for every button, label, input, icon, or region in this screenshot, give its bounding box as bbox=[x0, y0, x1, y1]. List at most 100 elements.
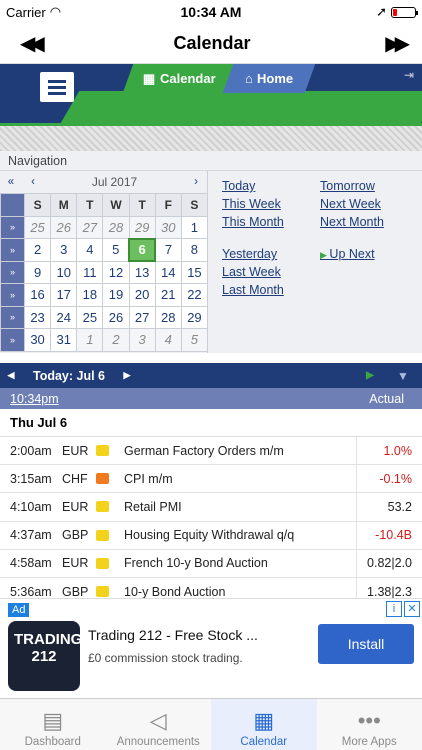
event-row[interactable]: 4:58am EUR French 10-y Bond Auction 0.82|2.… bbox=[0, 549, 422, 578]
next-day-arrow-icon[interactable]: ▶ bbox=[116, 370, 138, 381]
calendar-day[interactable]: 27 bbox=[76, 215, 104, 239]
tab-calendar[interactable]: ▦ Calendar bbox=[122, 64, 236, 93]
prev-day-arrow-icon[interactable]: ◀ bbox=[0, 370, 22, 381]
calendar-day[interactable]: 5 bbox=[180, 328, 209, 352]
calendar-day[interactable]: 1 bbox=[180, 215, 209, 239]
link-this-month[interactable]: This Month bbox=[222, 215, 320, 230]
calendar-day[interactable]: 4 bbox=[154, 328, 182, 352]
play-icon[interactable]: ▶ bbox=[356, 370, 384, 381]
calendar-day[interactable]: 7 bbox=[154, 238, 182, 262]
week-select-button[interactable]: » bbox=[0, 328, 25, 352]
next-month-button[interactable]: › bbox=[185, 176, 207, 188]
week-select-button[interactable]: » bbox=[0, 305, 25, 329]
ad-close-icon[interactable]: ✕ bbox=[404, 601, 420, 617]
calendar-day[interactable]: 8 bbox=[180, 238, 209, 262]
calendar-day[interactable]: 2 bbox=[102, 328, 130, 352]
calendar-day[interactable]: 26 bbox=[50, 215, 78, 239]
day-header: Thu Jul 6 bbox=[0, 409, 422, 437]
current-time-link[interactable]: 10:34pm bbox=[10, 392, 59, 406]
today-button[interactable]: Today: Jul 6 bbox=[22, 369, 116, 383]
calendar-day[interactable]: 30 bbox=[154, 215, 182, 239]
week-select-button[interactable]: » bbox=[0, 260, 25, 284]
calendar-day[interactable]: 14 bbox=[154, 260, 182, 284]
week-select-button[interactable]: » bbox=[0, 238, 25, 262]
weekday-header: F bbox=[154, 193, 182, 217]
calendar-day[interactable]: 13 bbox=[128, 260, 156, 284]
prev-month-button[interactable]: ‹ bbox=[22, 176, 44, 188]
calendar-day[interactable]: 28 bbox=[102, 215, 130, 239]
event-time: 4:10am bbox=[10, 499, 52, 514]
link-last-week[interactable]: Last Week bbox=[222, 265, 320, 280]
navigation-header: Navigation bbox=[0, 151, 422, 171]
link-up-next[interactable]: Up Next bbox=[320, 247, 422, 262]
calendar-day[interactable]: 29 bbox=[180, 305, 209, 329]
calendar-day[interactable]: 30 bbox=[23, 328, 52, 352]
calendar-day[interactable]: 16 bbox=[23, 283, 52, 307]
calendar-day[interactable]: 26 bbox=[102, 305, 130, 329]
event-row[interactable]: 2:00am EUR German Factory Orders m/m 1.0% bbox=[0, 437, 422, 466]
tab-calendar[interactable]: ▦ Calendar bbox=[211, 699, 317, 750]
calendar-day[interactable]: 1 bbox=[76, 328, 104, 352]
calendar-day[interactable]: 12 bbox=[102, 260, 130, 284]
calendar-day[interactable]: 28 bbox=[154, 305, 182, 329]
prev-year-button[interactable]: « bbox=[0, 176, 22, 188]
calendar-day[interactable]: 29 bbox=[128, 215, 156, 239]
calendar-day[interactable]: 23 bbox=[23, 305, 52, 329]
calendar-day[interactable]: 15 bbox=[180, 260, 209, 284]
event-currency: CHF bbox=[62, 471, 88, 486]
dashboard-icon: ▤ bbox=[42, 708, 64, 733]
calendar-day-selected[interactable]: 6 bbox=[128, 237, 157, 262]
calendar-day[interactable]: 4 bbox=[76, 238, 104, 262]
ad-banner[interactable]: Ad i ✕ TRADING 212 Trading 212 - Free Stoc… bbox=[0, 598, 422, 698]
calendar-day[interactable]: 31 bbox=[50, 328, 78, 352]
calendar-day[interactable]: 20 bbox=[128, 283, 156, 307]
ad-title: Trading 212 - Free Stock ... bbox=[88, 627, 258, 643]
calendar-day[interactable]: 3 bbox=[128, 328, 156, 352]
link-next-week[interactable]: Next Week bbox=[320, 197, 422, 212]
megaphone-icon: ◁ bbox=[149, 708, 167, 733]
impact-icon bbox=[96, 529, 124, 541]
calendar-day[interactable]: 27 bbox=[128, 305, 156, 329]
logout-icon[interactable]: ⇥ bbox=[404, 68, 414, 82]
tab-home[interactable]: ⌂ Home bbox=[222, 64, 316, 93]
event-row[interactable]: 4:37am GBP Housing Equity Withdrawal q/q -1… bbox=[0, 521, 422, 550]
link-today[interactable]: Today bbox=[222, 179, 320, 194]
ad-info-icon[interactable]: i bbox=[386, 601, 402, 617]
event-currency: EUR bbox=[62, 443, 89, 458]
filter-icon[interactable]: ▼ bbox=[384, 369, 422, 383]
calendar-day[interactable]: 24 bbox=[50, 305, 78, 329]
link-this-week[interactable]: This Week bbox=[222, 197, 320, 212]
impact-icon bbox=[96, 445, 124, 457]
calendar-day[interactable]: 18 bbox=[76, 283, 104, 307]
menu-icon[interactable] bbox=[40, 72, 74, 102]
link-last-month[interactable]: Last Month bbox=[222, 283, 320, 298]
ad-logo-line1: TRADING bbox=[14, 631, 83, 648]
wifi-icon: ◠ bbox=[49, 4, 62, 19]
calendar-day[interactable]: 25 bbox=[76, 305, 104, 329]
calendar-day[interactable]: 3 bbox=[50, 238, 78, 262]
link-next-month[interactable]: Next Month bbox=[320, 215, 422, 230]
calendar-day[interactable]: 2 bbox=[23, 238, 52, 262]
week-select-button[interactable]: » bbox=[0, 215, 25, 239]
link-yesterday[interactable]: Yesterday bbox=[222, 247, 320, 262]
calendar-day[interactable]: 10 bbox=[50, 260, 78, 284]
calendar-day[interactable]: 9 bbox=[23, 260, 52, 284]
link-tomorrow[interactable]: Tomorrow bbox=[320, 179, 422, 194]
calendar-day[interactable]: 5 bbox=[102, 238, 130, 262]
tab-dashboard[interactable]: ▤ Dashboard bbox=[0, 699, 106, 750]
calendar-day[interactable]: 22 bbox=[180, 283, 209, 307]
event-row[interactable]: 4:10am EUR Retail PMI 53.2 bbox=[0, 493, 422, 522]
ad-install-button[interactable]: Install bbox=[318, 624, 414, 664]
calendar-day[interactable]: 11 bbox=[76, 260, 104, 284]
tab-announcements[interactable]: ◁ Announcements bbox=[106, 699, 212, 750]
next-day-button[interactable]: ▶▶ bbox=[385, 31, 410, 56]
tab-more-apps[interactable]: ••• More Apps bbox=[317, 699, 422, 750]
week-select-button[interactable]: » bbox=[0, 283, 25, 307]
event-row[interactable]: 3:15am CHF CPI m/m -0.1% bbox=[0, 465, 422, 494]
calendar-day[interactable]: 17 bbox=[50, 283, 78, 307]
calendar-day[interactable]: 25 bbox=[23, 215, 52, 239]
calendar-day[interactable]: 19 bbox=[102, 283, 130, 307]
calendar-day[interactable]: 21 bbox=[154, 283, 182, 307]
previous-day-button[interactable]: ◀◀ bbox=[20, 31, 45, 56]
banner-stripe bbox=[60, 91, 422, 123]
